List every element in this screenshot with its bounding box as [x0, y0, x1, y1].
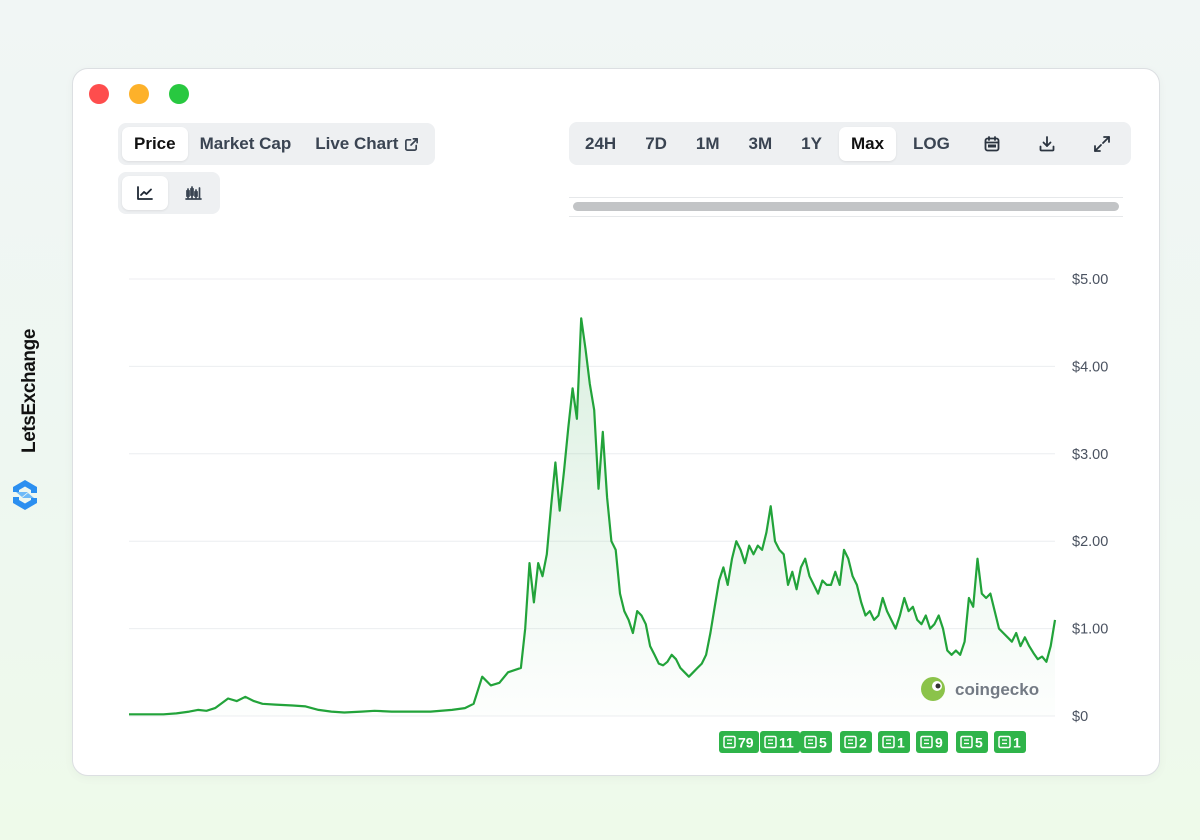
chart-window: Price Market Cap Live Chart 24H 7D 1M 3M…	[72, 68, 1160, 776]
news-badge-count: 5	[819, 735, 827, 751]
letsexchange-logo-icon	[13, 480, 37, 510]
news-badge[interactable]: 5	[800, 731, 832, 753]
y-tick-label: $5.00	[1072, 272, 1108, 288]
news-badge-count: 1	[1013, 735, 1021, 751]
y-tick-label: $1.00	[1072, 622, 1108, 638]
news-badge-count: 11	[779, 735, 794, 751]
news-badge[interactable]: 1	[994, 731, 1026, 753]
newspaper-icon	[764, 735, 777, 749]
newspaper-icon	[804, 735, 817, 749]
news-badge[interactable]: 1	[878, 731, 910, 753]
news-badge-count: 1	[897, 735, 905, 751]
coingecko-label: coingecko	[955, 680, 1039, 699]
y-tick-label: $4.00	[1072, 359, 1108, 375]
y-tick-label: $0	[1072, 709, 1088, 725]
coingecko-watermark: coingecko	[921, 677, 1039, 701]
newspaper-icon	[723, 735, 736, 749]
news-badge[interactable]: 9	[916, 731, 948, 753]
brand-name: LetsExchange	[19, 328, 40, 454]
news-badge[interactable]: 79	[719, 731, 759, 753]
news-badge[interactable]: 5	[956, 731, 988, 753]
news-badge-count: 9	[935, 735, 943, 751]
news-badge[interactable]: 2	[840, 731, 872, 753]
newspaper-icon	[882, 735, 895, 749]
brand: LetsExchange	[8, 320, 42, 520]
newspaper-icon	[998, 735, 1011, 749]
newspaper-icon	[920, 735, 933, 749]
price-area-fill	[129, 318, 1055, 716]
newspaper-icon	[960, 735, 973, 749]
price-chart: $0 $1.00 $2.00 $3.00 $4.00 $5.00 coingecko 79…	[129, 272, 1108, 753]
news-badge-count: 2	[859, 735, 867, 751]
news-badge-count: 79	[738, 735, 754, 751]
y-tick-label: $3.00	[1072, 447, 1108, 463]
newspaper-icon	[844, 735, 857, 749]
y-tick-label: $2.00	[1072, 534, 1108, 550]
news-badge-count: 5	[975, 735, 983, 751]
news-badge[interactable]: 11	[760, 731, 800, 753]
